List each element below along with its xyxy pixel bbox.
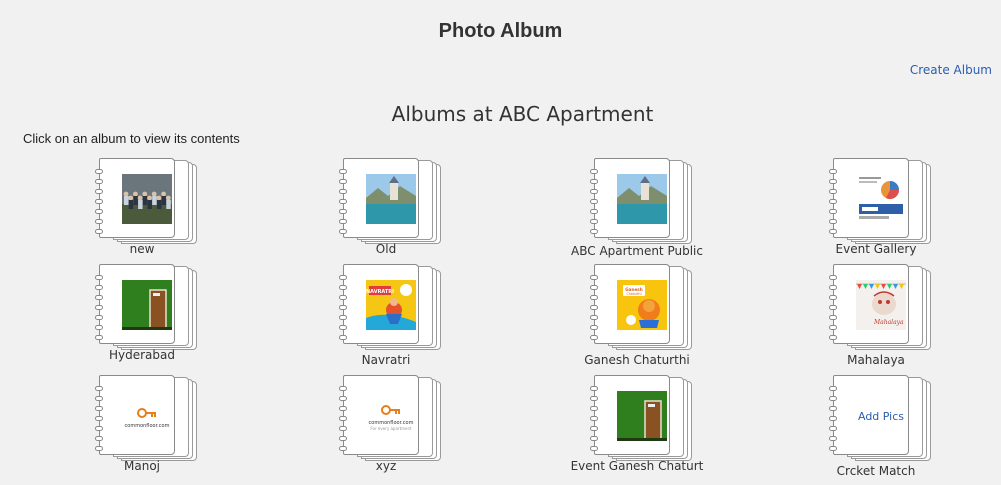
album-book-icon[interactable] bbox=[95, 264, 197, 350]
album-title[interactable]: Event Gallery bbox=[776, 242, 976, 256]
album-item[interactable]: Ganesh Chaturthi Ganesh Chaturthi bbox=[537, 264, 737, 374]
album-thumbnail[interactable]: commonfloor.com For every apartment bbox=[366, 391, 416, 441]
album-book-icon[interactable]: NAVRATRI bbox=[339, 264, 441, 350]
logo-tagline: For every apartment bbox=[370, 426, 412, 431]
album-book-icon[interactable] bbox=[829, 158, 931, 244]
album-title[interactable]: Crcket Match bbox=[776, 464, 976, 478]
album-item[interactable]: NAVRATRI Navratri bbox=[286, 264, 486, 374]
album-thumbnail[interactable]: commonfloor.com bbox=[122, 391, 172, 441]
album-book-icon[interactable]: commonfloor.com bbox=[95, 375, 197, 461]
svg-text:Chaturthi: Chaturthi bbox=[627, 292, 642, 296]
album-title[interactable]: Event Ganesh Chaturt bbox=[537, 459, 737, 473]
album-item[interactable]: Event Gallery bbox=[776, 158, 976, 268]
album-item[interactable]: Event Ganesh Chaturt bbox=[537, 375, 737, 485]
album-thumbnail[interactable] bbox=[617, 174, 667, 224]
album-book-icon[interactable]: Add Pics bbox=[829, 375, 931, 461]
album-thumbnail[interactable] bbox=[856, 174, 906, 224]
section-title: Albums at ABC Apartment bbox=[391, 102, 654, 126]
album-thumbnail[interactable] bbox=[366, 174, 416, 224]
album-title[interactable]: new bbox=[42, 242, 242, 256]
album-thumbnail[interactable]: Ganesh Chaturthi bbox=[617, 280, 667, 330]
album-book-icon[interactable]: Ganesh Chaturthi bbox=[590, 264, 692, 350]
album-item[interactable]: ABC Apartment Public bbox=[537, 158, 737, 268]
album-thumbnail[interactable] bbox=[122, 280, 172, 330]
album-thumbnail[interactable] bbox=[122, 174, 172, 224]
album-item[interactable]: commonfloor.com For every apartment xyz bbox=[286, 375, 486, 485]
create-album-link[interactable]: Create Album bbox=[910, 63, 992, 77]
logo-text: commonfloor.com bbox=[124, 422, 170, 429]
album-book-icon[interactable] bbox=[95, 158, 197, 244]
album-item[interactable]: Add Pics Crcket Match bbox=[776, 375, 976, 485]
album-book-icon[interactable]: commonfloor.com For every apartment bbox=[339, 375, 441, 461]
add-pics-link[interactable]: Add Pics bbox=[858, 410, 904, 423]
album-title[interactable]: Old bbox=[286, 242, 486, 256]
album-thumbnail[interactable] bbox=[617, 391, 667, 441]
album-book-icon[interactable] bbox=[590, 158, 692, 244]
album-title[interactable]: Hyderabad bbox=[42, 348, 242, 362]
album-title[interactable]: Manoj bbox=[42, 459, 242, 473]
album-thumbnail[interactable]: NAVRATRI bbox=[366, 280, 416, 330]
album-book-icon[interactable] bbox=[590, 375, 692, 461]
album-title[interactable]: Mahalaya bbox=[776, 353, 976, 367]
album-item[interactable]: Hyderabad bbox=[42, 264, 242, 374]
album-item[interactable]: Mahalaya Mahalaya bbox=[776, 264, 976, 374]
album-title[interactable]: Ganesh Chaturthi bbox=[537, 353, 737, 367]
album-title[interactable]: Navratri bbox=[286, 353, 486, 367]
album-thumbnail[interactable]: Mahalaya bbox=[856, 280, 906, 330]
instructions-text: Click on an album to view its contents bbox=[23, 131, 240, 146]
svg-text:NAVRATRI: NAVRATRI bbox=[366, 289, 394, 295]
page-title: Photo Album bbox=[438, 20, 563, 42]
album-book-icon[interactable]: Mahalaya bbox=[829, 264, 931, 350]
album-item[interactable]: new bbox=[42, 158, 242, 268]
album-title[interactable]: ABC Apartment Public bbox=[537, 244, 737, 258]
album-item[interactable]: Old bbox=[286, 158, 486, 268]
album-title[interactable]: xyz bbox=[286, 459, 486, 473]
album-thumbnail[interactable]: Add Pics bbox=[851, 391, 911, 441]
album-book-icon[interactable] bbox=[339, 158, 441, 244]
album-item[interactable]: commonfloor.com Manoj bbox=[42, 375, 242, 485]
svg-text:Mahalaya: Mahalaya bbox=[873, 319, 904, 326]
